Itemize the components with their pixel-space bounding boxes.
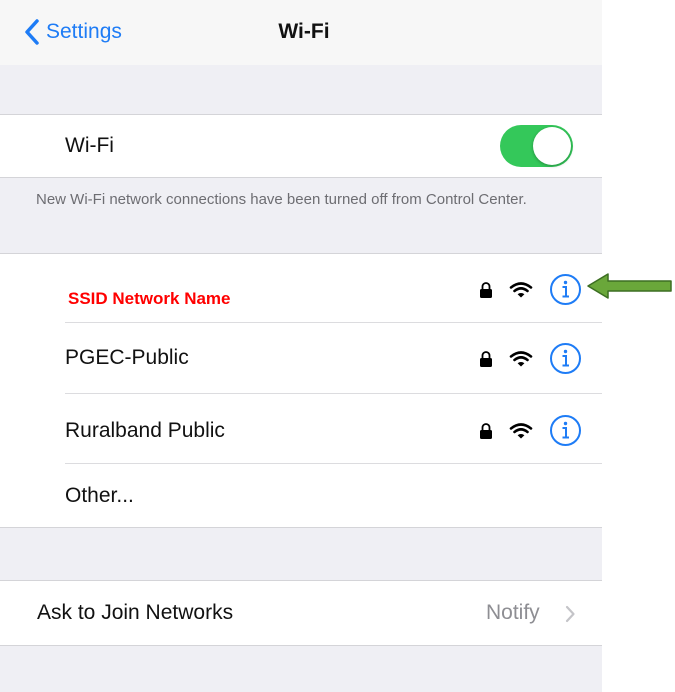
- lock-icon: [480, 281, 492, 298]
- ask-to-join-value: Notify: [486, 601, 540, 624]
- info-icon[interactable]: [549, 273, 582, 306]
- network-name: Other...: [65, 484, 134, 507]
- toggle-knob: [533, 127, 571, 165]
- annotation-arrow-icon: [587, 273, 672, 299]
- network-name: PGEC-Public: [65, 346, 189, 369]
- network-status-icons: [479, 414, 582, 447]
- lock-icon: [480, 350, 492, 367]
- network-row-ruralband-public[interactable]: Ruralband Public: [0, 394, 602, 463]
- info-icon[interactable]: [549, 414, 582, 447]
- network-row-pgec-public[interactable]: PGEC-Public: [0, 323, 602, 393]
- network-status-icons: [479, 273, 582, 306]
- page-title: Wi-Fi: [278, 20, 330, 43]
- wifi-settings-screen: Settings Wi-Fi Wi-Fi New Wi-Fi network c…: [0, 0, 602, 692]
- network-row-ssid[interactable]: SSID Network Name: [0, 254, 602, 322]
- ssid-annotation-label: SSID Network Name: [68, 289, 231, 308]
- chevron-right-icon: [565, 605, 575, 623]
- lock-icon: [480, 422, 492, 439]
- network-status-icons: [479, 342, 582, 375]
- wifi-signal-icon: [509, 281, 533, 297]
- wifi-toggle-switch[interactable]: [500, 125, 573, 167]
- ask-to-join-label: Ask to Join Networks: [37, 601, 234, 624]
- info-icon[interactable]: [549, 342, 582, 375]
- navigation-bar: Settings Wi-Fi: [0, 0, 602, 65]
- network-name: Ruralband Public: [65, 419, 225, 442]
- network-row-other[interactable]: Other...: [0, 464, 602, 527]
- wifi-signal-icon: [509, 422, 533, 438]
- control-center-footnote: New Wi-Fi network connections have been …: [36, 191, 527, 208]
- wifi-signal-icon: [509, 350, 533, 366]
- wifi-toggle-label: Wi-Fi: [65, 134, 114, 157]
